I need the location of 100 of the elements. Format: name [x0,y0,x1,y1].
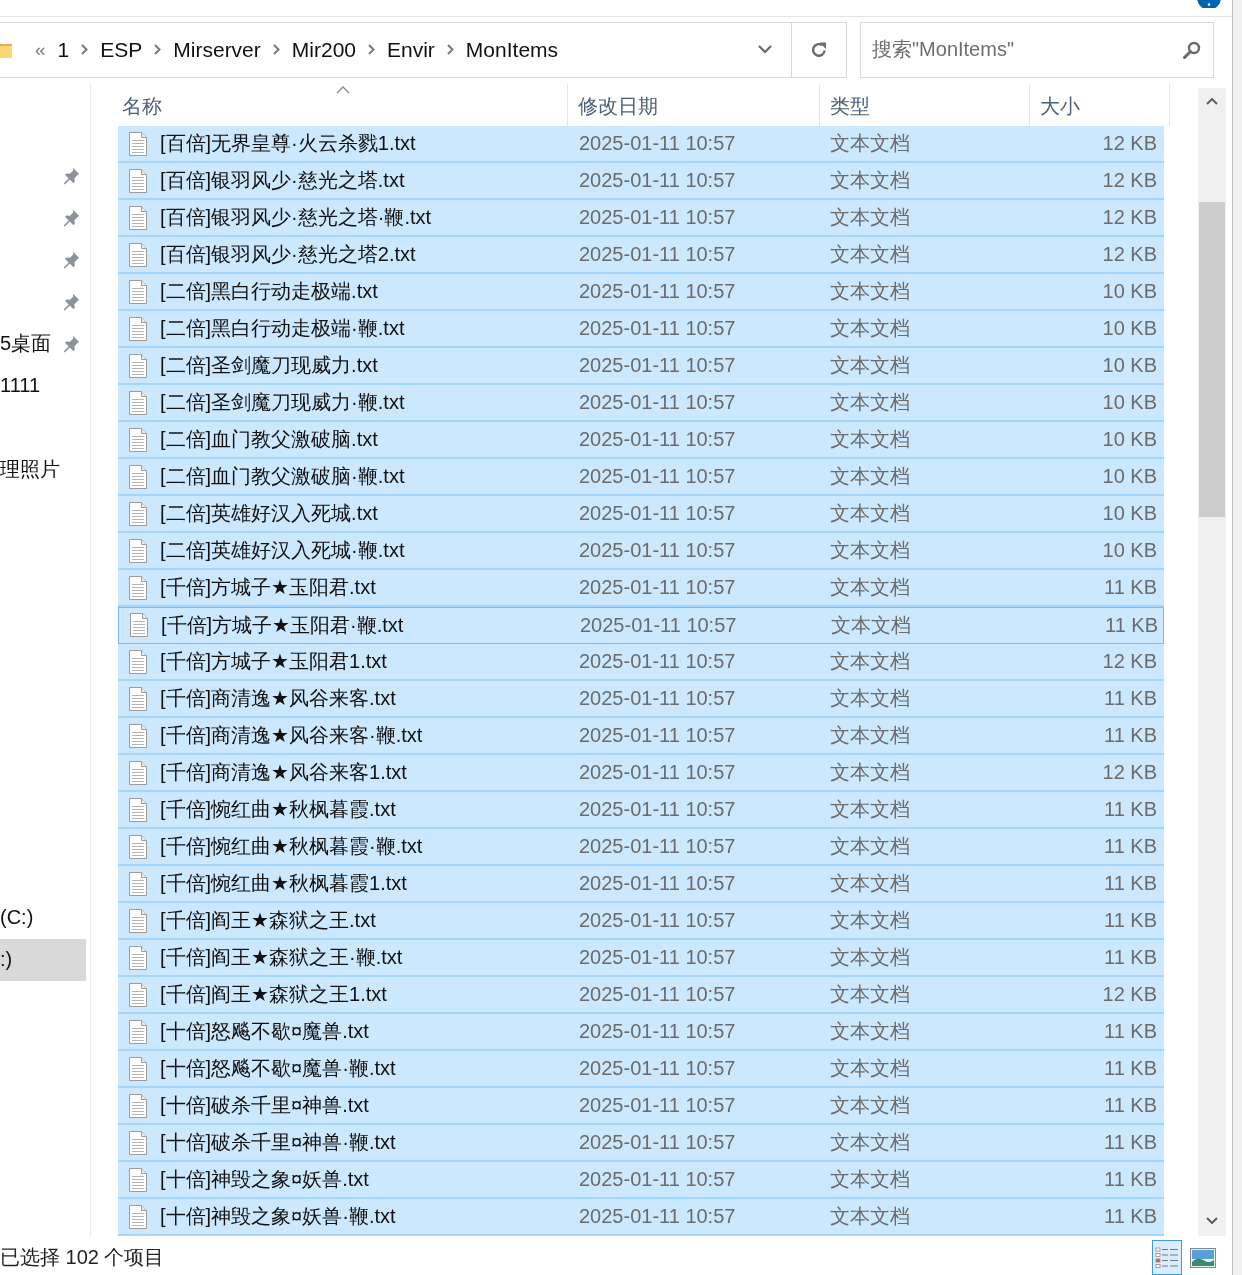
help-icon[interactable] [1197,0,1221,8]
text-file-icon [128,797,148,822]
pin-icon[interactable] [62,250,80,269]
text-file-icon [128,168,148,193]
search-icon[interactable] [1183,41,1201,59]
file-row[interactable]: [千倍]惋红曲★秋枫暮霞1.txt 2025-01-11 10:57 文本文档 11 KB [118,865,1164,903]
file-row[interactable]: [千倍]惋红曲★秋枫暮霞·鞭.txt 2025-01-11 10:57 文本文档 11 KB [118,828,1164,866]
text-file-icon [128,353,148,378]
file-row[interactable]: [百倍]银羽风少·慈光之塔2.txt 2025-01-11 10:57 文本文档 12 KB [118,236,1164,274]
sidebar-item[interactable]: (C:) [0,896,86,939]
file-row[interactable]: [十倍]怒飚不歇¤魔兽.txt 2025-01-11 10:57 文本文档 11 KB [118,1013,1164,1051]
file-size: 11 KB [1104,1168,1157,1191]
file-row[interactable]: [二倍]圣剑魔刀现威力.txt 2025-01-11 10:57 文本文档 10 KB [118,347,1164,385]
file-row[interactable]: [二倍]血门教父激破脑.txt 2025-01-11 10:57 文本文档 10 KB [118,421,1164,459]
file-row[interactable]: [百倍]无界皇尊·火云杀戮1.txt 2025-01-11 10:57 文本文档 12 KB [118,125,1164,163]
address-bar[interactable]: « 1 ESP Mirserver Mir200 Envir MonItems [0,22,792,78]
breadcrumb-item[interactable]: Envir [381,37,441,62]
text-file-icon [128,982,148,1007]
file-row[interactable]: [千倍]阎王★森狱之王.txt 2025-01-11 10:57 文本文档 11 KB [118,902,1164,940]
breadcrumb-item[interactable]: ESP [94,37,149,62]
chevron-down-icon[interactable] [758,45,772,55]
pin-icon[interactable] [62,334,80,353]
file-row[interactable]: [千倍]方城子★玉阳君·鞭.txt 2025-01-11 10:57 文本文档 11 KB [118,606,1164,644]
chevron-right-icon[interactable] [272,44,280,56]
file-row[interactable]: [十倍]破杀千里¤神兽·鞭.txt 2025-01-11 10:57 文本文档 11 KB [118,1124,1164,1162]
text-file-icon [128,1019,148,1044]
column-header[interactable]: 修改日期 [568,83,820,126]
chevron-right-icon[interactable] [81,44,89,56]
scrollbar-track[interactable] [1198,87,1226,1236]
file-row[interactable]: [百倍]银羽风少·慈光之塔·鞭.txt 2025-01-11 10:57 文本文档 12 KB [118,199,1164,237]
breadcrumb-item[interactable]: 1 [51,37,76,62]
file-row[interactable]: [十倍]怒飚不歇¤魔兽·鞭.txt 2025-01-11 10:57 文本文档 11 KB [118,1050,1164,1088]
details-list-icon [1155,1245,1179,1270]
file-name: [千倍]阎王★森狱之王.txt [160,908,376,934]
chevron-right-icon[interactable] [154,44,162,56]
text-file-icon [128,279,148,304]
pin-icon[interactable] [62,292,80,311]
file-size: 11 KB [1104,687,1157,710]
file-type: 文本文档 [830,872,910,895]
pin-icon[interactable] [62,208,80,227]
file-row[interactable]: [十倍]神毁之象¤妖兽.txt 2025-01-11 10:57 文本文档 11 KB [118,1161,1164,1199]
column-header[interactable]: 名称 [118,83,568,126]
file-row[interactable]: [千倍]阎王★森狱之王1.txt 2025-01-11 10:57 文本文档 12 KB [118,976,1164,1014]
scrollbar-thumb[interactable] [1199,201,1225,517]
file-type: 文本文档 [830,391,910,414]
file-size: 10 KB [1102,465,1157,488]
chevron-right-icon[interactable] [446,44,454,56]
file-name: [二倍]英雄好汉入死城·鞭.txt [160,538,405,564]
file-name: [十倍]神毁之象¤妖兽.txt [160,1167,369,1193]
file-row[interactable]: [十倍]神毁之象¤妖兽·鞭.txt 2025-01-11 10:57 文本文档 11 KB [118,1198,1164,1236]
text-file-icon [128,205,148,230]
text-file-icon [128,908,148,933]
file-row[interactable]: [千倍]惋红曲★秋枫暮霞.txt 2025-01-11 10:57 文本文档 11 KB [118,791,1164,829]
modified-date: 2025-01-11 10:57 [579,280,736,303]
file-name: [二倍]圣剑魔刀现威力·鞭.txt [160,390,405,416]
text-file-icon [128,834,148,859]
file-row[interactable]: [千倍]方城子★玉阳君1.txt 2025-01-11 10:57 文本文档 12 KB [118,643,1164,681]
file-size: 12 KB [1102,243,1157,266]
breadcrumb-item[interactable]: Mir200 [285,37,362,62]
file-type: 文本文档 [830,428,910,451]
landscape-picture-icon [1190,1247,1216,1268]
sidebar-item[interactable]: :) [0,938,86,981]
refresh-button[interactable] [792,22,847,78]
file-name: [千倍]商清逸★风谷来客.txt [160,686,396,712]
file-size: 10 KB [1102,539,1157,562]
modified-date: 2025-01-11 10:57 [579,206,736,229]
file-type: 文本文档 [830,798,910,821]
column-header[interactable]: 类型 [820,83,1030,126]
file-row[interactable]: [千倍]阎王★森狱之王·鞭.txt 2025-01-11 10:57 文本文档 11 KB [118,939,1164,977]
file-name: [百倍]无界皇尊·火云杀戮1.txt [160,131,416,157]
file-size: 12 KB [1102,650,1157,673]
file-row[interactable]: [千倍]商清逸★风谷来客1.txt 2025-01-11 10:57 文本文档 12 KB [118,754,1164,792]
sidebar-item[interactable]: 1111 [0,364,86,407]
modified-date: 2025-01-11 10:57 [579,1131,736,1154]
sidebar-item[interactable]: 理照片 [0,448,86,491]
file-row[interactable]: [十倍]破杀千里¤神兽.txt 2025-01-11 10:57 文本文档 11 KB [118,1087,1164,1125]
file-name: [千倍]阎王★森狱之王·鞭.txt [160,945,403,971]
file-row[interactable]: [二倍]英雄好汉入死城·鞭.txt 2025-01-11 10:57 文本文档 10 KB [118,532,1164,570]
file-row[interactable]: [二倍]黑白行动走极端.txt 2025-01-11 10:57 文本文档 10 KB [118,273,1164,311]
file-row[interactable]: [二倍]血门教父激破脑·鞭.txt 2025-01-11 10:57 文本文档 10 KB [118,458,1164,496]
file-row[interactable]: [百倍]银羽风少·慈光之塔.txt 2025-01-11 10:57 文本文档 12 KB [118,162,1164,200]
file-row[interactable]: [千倍]商清逸★风谷来客·鞭.txt 2025-01-11 10:57 文本文档 11 KB [118,717,1164,755]
file-row[interactable]: [二倍]黑白行动走极端·鞭.txt 2025-01-11 10:57 文本文档 10 KB [118,310,1164,348]
sidebar-item[interactable]: 5桌面 [0,322,86,365]
file-name: [二倍]黑白行动走极端·鞭.txt [160,316,405,342]
file-row[interactable]: [二倍]圣剑魔刀现威力·鞭.txt 2025-01-11 10:57 文本文档 10 KB [118,384,1164,422]
breadcrumb-item[interactable]: MonItems [459,37,565,62]
search-field[interactable]: 搜索"MonItems" [860,22,1214,78]
breadcrumb-item[interactable]: Mirserver [167,37,267,62]
pin-icon[interactable] [62,166,80,185]
file-type: 文本文档 [830,1168,910,1191]
details-view-button[interactable] [1152,1240,1182,1275]
file-type: 文本文档 [830,724,910,747]
chevron-right-icon[interactable] [368,44,375,56]
column-header[interactable]: 大小 [1030,83,1170,126]
breadcrumb-overflow-button[interactable]: « [29,38,52,61]
modified-date: 2025-01-11 10:57 [579,539,736,562]
file-row[interactable]: [千倍]方城子★玉阳君.txt 2025-01-11 10:57 文本文档 11 KB [118,569,1164,607]
file-row[interactable]: [二倍]英雄好汉入死城.txt 2025-01-11 10:57 文本文档 10 KB [118,495,1164,533]
file-row[interactable]: [千倍]商清逸★风谷来客.txt 2025-01-11 10:57 文本文档 11 KB [118,680,1164,718]
